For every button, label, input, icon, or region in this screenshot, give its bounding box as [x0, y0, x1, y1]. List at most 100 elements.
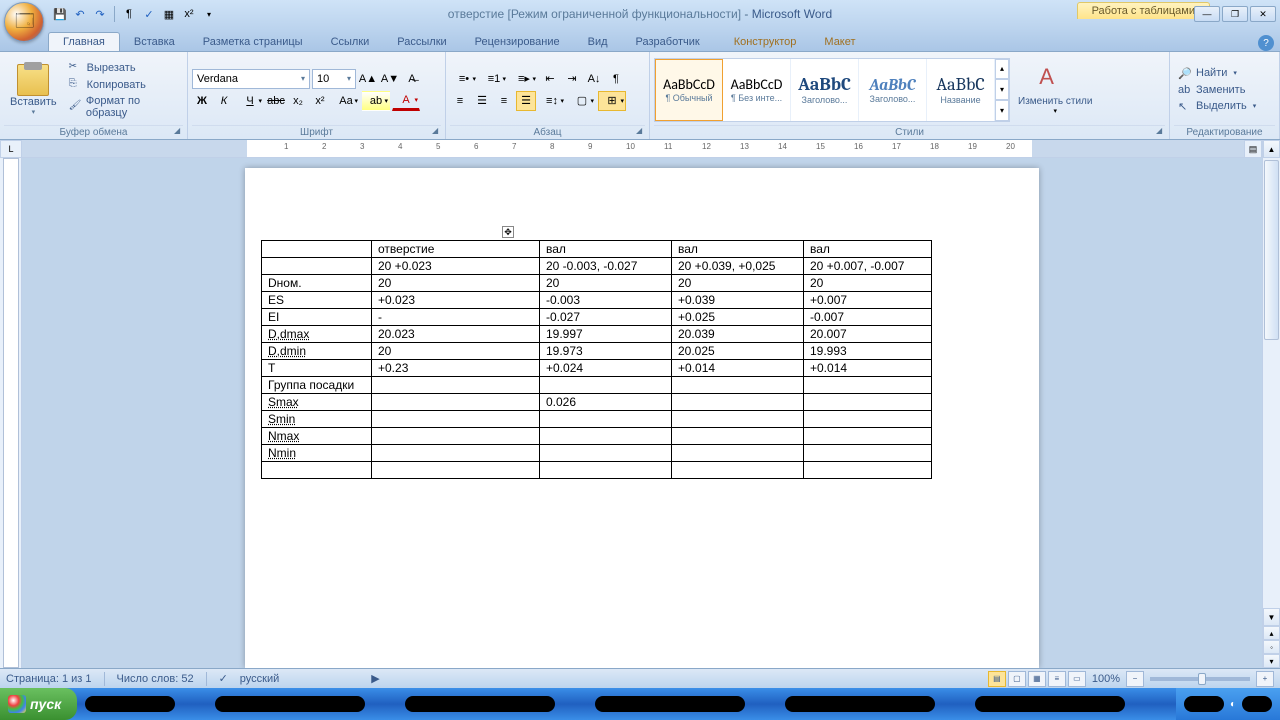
format-painter-button[interactable]: 🖌Формат по образцу: [65, 94, 183, 120]
pilcrow-icon[interactable]: ¶: [121, 6, 137, 22]
font-name-combo[interactable]: Verdana▾: [192, 69, 310, 89]
table-icon[interactable]: ▦: [161, 6, 177, 22]
scroll-up-button[interactable]: ▲: [1263, 140, 1280, 158]
table-cell[interactable]: +0.039: [672, 292, 804, 309]
table-cell[interactable]: вал: [540, 241, 672, 258]
table-cell[interactable]: отверстие: [372, 241, 540, 258]
table-cell[interactable]: Smax: [262, 394, 372, 411]
clear-formatting-button[interactable]: A̶: [402, 69, 422, 89]
find-button[interactable]: 🔎Найти▾: [1174, 65, 1260, 82]
bullets-button[interactable]: ≡•: [450, 69, 478, 89]
table-cell[interactable]: [262, 241, 372, 258]
tab-home[interactable]: Главная: [48, 32, 120, 51]
vertical-ruler[interactable]: [0, 158, 22, 668]
tab-insert[interactable]: Вставка: [120, 33, 189, 51]
table-cell[interactable]: D,dmin: [262, 343, 372, 360]
style-item[interactable]: AaBbCЗаголово...: [859, 59, 927, 121]
table-cell[interactable]: [540, 462, 672, 479]
sort-button[interactable]: A↓: [584, 69, 604, 89]
table-cell[interactable]: [372, 428, 540, 445]
table-cell[interactable]: [672, 445, 804, 462]
browse-object-button[interactable]: ◦: [1263, 640, 1280, 654]
table-cell[interactable]: +0.23: [372, 360, 540, 377]
table-cell[interactable]: [804, 394, 932, 411]
print-layout-view[interactable]: ▤: [988, 671, 1006, 687]
zoom-slider[interactable]: [1150, 677, 1250, 681]
save-icon[interactable]: 💾: [52, 6, 68, 22]
zoom-out-button[interactable]: −: [1126, 671, 1144, 687]
table-cell[interactable]: Nmax: [262, 428, 372, 445]
tab-selector[interactable]: L: [0, 140, 22, 158]
start-button[interactable]: пуск: [0, 688, 77, 720]
prev-page-button[interactable]: ▴: [1263, 626, 1280, 640]
ruler-toggle-button[interactable]: ▤: [1244, 140, 1262, 158]
tab-view[interactable]: Вид: [574, 33, 622, 51]
align-left-button[interactable]: ≡: [450, 91, 470, 111]
strikethrough-button[interactable]: abc: [266, 91, 286, 111]
table-cell[interactable]: [672, 462, 804, 479]
table-cell[interactable]: +0.025: [672, 309, 804, 326]
table-cell[interactable]: [262, 258, 372, 275]
table-cell[interactable]: вал: [804, 241, 932, 258]
table-cell[interactable]: 20: [804, 275, 932, 292]
shrink-font-button[interactable]: A▼: [380, 69, 400, 89]
qat-dropdown-icon[interactable]: ▾: [201, 6, 217, 22]
minimize-button[interactable]: —: [1194, 6, 1220, 22]
redo-icon[interactable]: ↷: [92, 6, 108, 22]
clipboard-launcher[interactable]: ◢: [173, 125, 185, 137]
table-cell[interactable]: 20: [372, 275, 540, 292]
table-cell[interactable]: 20 -0.003, -0.027: [540, 258, 672, 275]
table-cell[interactable]: [540, 445, 672, 462]
table-cell[interactable]: [540, 428, 672, 445]
web-layout-view[interactable]: ▦: [1028, 671, 1046, 687]
shading-button[interactable]: ▢: [568, 91, 596, 111]
table-cell[interactable]: [540, 377, 672, 394]
styles-gallery[interactable]: AaBbCcD¶ ОбычныйAaBbCcD¶ Без инте...AaBb…: [654, 58, 1010, 122]
select-button[interactable]: ↖Выделить▾: [1174, 98, 1260, 115]
table-cell[interactable]: EI: [262, 309, 372, 326]
draft-view[interactable]: ▭: [1068, 671, 1086, 687]
borders-button[interactable]: ⊞: [598, 91, 626, 111]
change-styles-button[interactable]: A Изменить стили ▾: [1012, 64, 1098, 115]
table-cell[interactable]: 20.007: [804, 326, 932, 343]
macro-icon[interactable]: ▶: [371, 672, 379, 685]
zoom-level[interactable]: 100%: [1092, 673, 1120, 685]
table-cell[interactable]: 20: [540, 275, 672, 292]
gallery-more[interactable]: ▾: [995, 100, 1009, 121]
restore-button[interactable]: ❐: [1222, 6, 1248, 22]
table-cell[interactable]: Группа посадки: [262, 377, 372, 394]
decrease-indent-button[interactable]: ⇤: [540, 69, 560, 89]
table-cell[interactable]: +0.014: [804, 360, 932, 377]
table-cell[interactable]: Nmin: [262, 445, 372, 462]
style-item[interactable]: AaBbCcD¶ Без инте...: [723, 59, 791, 121]
italic-button[interactable]: К: [214, 91, 234, 111]
align-right-button[interactable]: ≡: [494, 91, 514, 111]
help-icon[interactable]: ?: [1258, 35, 1274, 51]
table-cell[interactable]: [672, 377, 804, 394]
increase-indent-button[interactable]: ⇥: [562, 69, 582, 89]
zoom-thumb[interactable]: [1198, 673, 1206, 685]
tab-references[interactable]: Ссылки: [317, 33, 384, 51]
office-button[interactable]: [4, 2, 44, 42]
tab-page-layout[interactable]: Разметка страницы: [189, 33, 317, 51]
align-center-button[interactable]: ☰: [472, 91, 492, 111]
gallery-up[interactable]: ▴: [995, 59, 1009, 80]
language-status[interactable]: русский: [240, 673, 279, 685]
tab-design[interactable]: Конструктор: [720, 33, 811, 51]
table-cell[interactable]: 20.039: [672, 326, 804, 343]
table-cell[interactable]: [804, 428, 932, 445]
scroll-down-button[interactable]: ▼: [1263, 608, 1280, 626]
table-cell[interactable]: [372, 394, 540, 411]
table-cell[interactable]: 19.997: [540, 326, 672, 343]
table-cell[interactable]: ES: [262, 292, 372, 309]
table-cell[interactable]: +0.014: [672, 360, 804, 377]
table-cell[interactable]: -0.007: [804, 309, 932, 326]
table-cell[interactable]: 20.023: [372, 326, 540, 343]
table-cell[interactable]: 20.025: [672, 343, 804, 360]
highlight-button[interactable]: ab: [362, 91, 390, 111]
paragraph-launcher[interactable]: ◢: [635, 125, 647, 137]
table-cell[interactable]: 20 +0.007, -0.007: [804, 258, 932, 275]
table-cell[interactable]: 20 +0.039, +0,025: [672, 258, 804, 275]
table-cell[interactable]: +0.007: [804, 292, 932, 309]
table-cell[interactable]: Dном.: [262, 275, 372, 292]
